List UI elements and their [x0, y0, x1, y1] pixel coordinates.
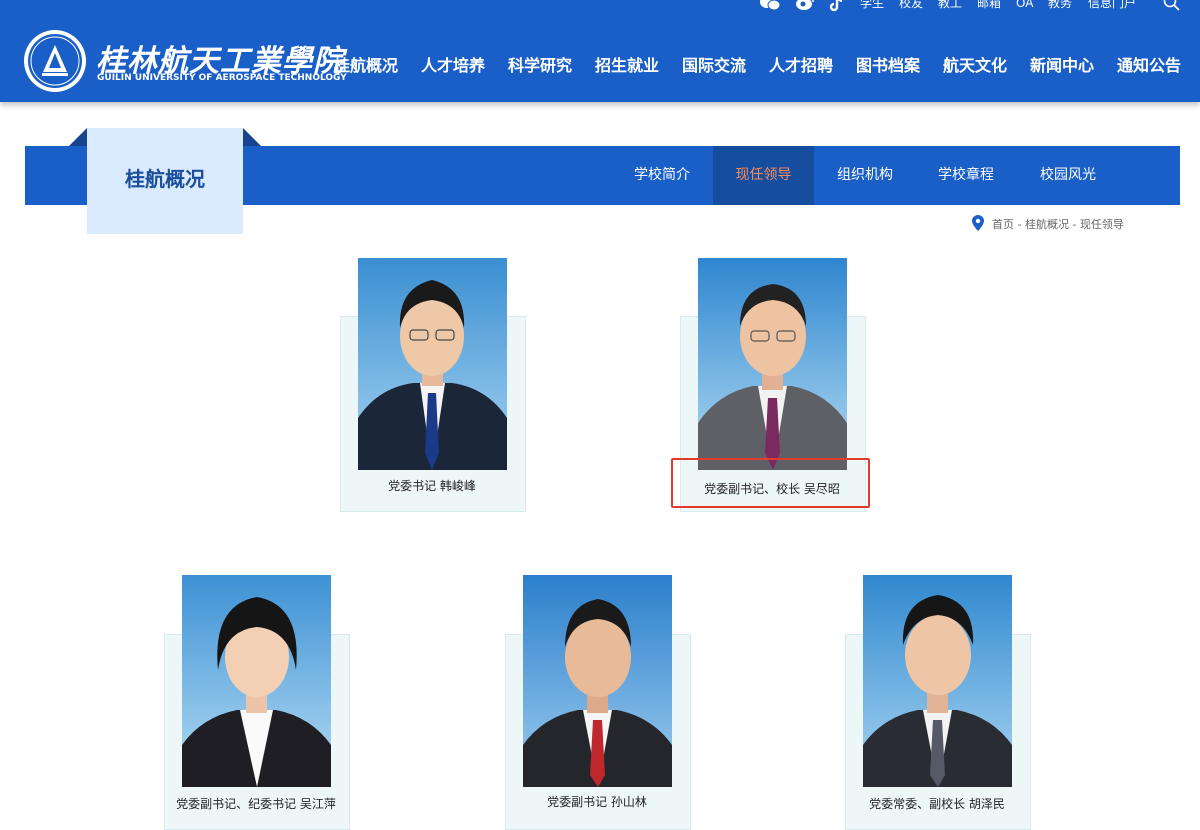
util-link-portal[interactable]: 信息门户: [1088, 0, 1136, 10]
nav-item-aerospace-culture[interactable]: 航天文化: [943, 52, 1007, 76]
subnav-item-introduction[interactable]: 学校简介: [622, 146, 702, 205]
nav-item-international[interactable]: 国际交流: [682, 52, 746, 76]
util-link-staff[interactable]: 教工: [938, 0, 962, 10]
subnav-item-campus-scenery[interactable]: 校园风光: [1028, 146, 1108, 205]
leader-photo[interactable]: [182, 575, 331, 787]
util-link-alumni[interactable]: 校友: [899, 0, 923, 10]
location-pin-icon: [972, 215, 984, 231]
section-tab-corner-left: [69, 128, 87, 146]
leader-photo[interactable]: [523, 575, 672, 787]
school-name-en: GUILIN UNIVERSITY OF AEROSPACE TECHNOLOG…: [97, 73, 347, 83]
nav-item-education[interactable]: 人才培养: [421, 52, 485, 76]
utility-bar: 学生 校友 教工 邮箱 OA 教务 信息门户: [0, 0, 1200, 14]
nav-item-news[interactable]: 新闻中心: [1030, 52, 1094, 76]
nav-item-notices[interactable]: 通知公告: [1117, 52, 1181, 76]
nav-item-overview[interactable]: 桂航概况: [334, 52, 398, 76]
section-tab-corner-right: [243, 128, 261, 146]
leader-caption: 党委常委、副校长 胡泽民: [869, 797, 1005, 811]
search-icon[interactable]: [1163, 0, 1181, 12]
util-link-students[interactable]: 学生: [860, 0, 884, 10]
leader-photo[interactable]: [358, 258, 507, 470]
site-logo[interactable]: 桂林航天工業學院 GUILIN UNIVERSITY OF AEROSPACE …: [24, 30, 347, 96]
nav-item-research[interactable]: 科学研究: [508, 52, 572, 76]
caption-highlight-box: [671, 458, 870, 508]
util-link-academic[interactable]: 教务: [1048, 0, 1072, 10]
tiktok-icon[interactable]: [829, 0, 845, 15]
subnav-item-current-leaders[interactable]: 现任领导: [713, 146, 814, 205]
nav-item-library[interactable]: 图书档案: [856, 52, 920, 76]
wechat-icon[interactable]: [760, 0, 781, 13]
util-link-oa[interactable]: OA: [1016, 0, 1033, 10]
leader-photo[interactable]: [698, 258, 847, 470]
nav-item-recruitment[interactable]: 人才招聘: [769, 52, 833, 76]
leader-caption: 党委书记 韩峻峰: [388, 479, 476, 493]
util-link-mail[interactable]: 邮箱: [977, 0, 1001, 10]
leader-photo[interactable]: [863, 575, 1012, 787]
leader-caption: 党委副书记、纪委书记 吴江萍: [176, 797, 336, 811]
nav-item-admissions[interactable]: 招生就业: [595, 52, 659, 76]
section-title: 桂航概况: [125, 167, 205, 191]
leader-caption: 党委副书记 孙山林: [547, 795, 647, 809]
subnav-item-charter[interactable]: 学校章程: [926, 146, 1006, 205]
subnav-item-organization[interactable]: 组织机构: [825, 146, 905, 205]
school-emblem-icon: [24, 30, 86, 92]
breadcrumb-text[interactable]: 首页 - 桂航概况 - 现任领导: [992, 216, 1124, 232]
weibo-icon[interactable]: [795, 0, 815, 13]
site-header: 学生 校友 教工 邮箱 OA 教务 信息门户 桂林航天工業學院 GUILIN U…: [0, 0, 1200, 102]
